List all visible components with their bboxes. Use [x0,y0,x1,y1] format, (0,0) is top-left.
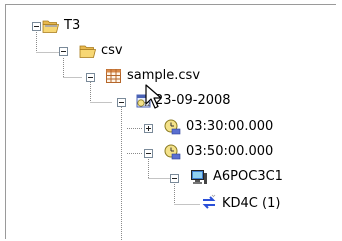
computer-icon [191,170,207,184]
mouse-cursor-icon [145,84,162,109]
table-icon [106,69,121,83]
tree-node-a6poc3c1[interactable]: A6POC3C1 [213,169,283,185]
tree-node-sample-csv[interactable]: sample.csv [127,68,200,84]
expand-toggle-0330[interactable] [144,124,153,133]
folder-open-icon [79,45,97,58]
collapse-toggle-a6poc3c1[interactable] [170,174,179,183]
tree-node-date[interactable]: 23-09-2008 [155,93,231,109]
tree-node-csv[interactable]: csv [101,43,123,59]
collapse-toggle-date[interactable] [117,98,126,107]
clock-icon [164,144,181,160]
exchange-arrows-icon [202,194,216,209]
collapse-toggle-sample-csv[interactable] [86,73,95,82]
collapse-toggle-t3[interactable] [32,22,41,31]
tree-node-kd4c[interactable]: KD4C (1) [222,196,280,212]
tree-node-t3[interactable]: T3 [64,18,80,34]
tree-node-0350[interactable]: 03:50:00.000 [186,144,273,160]
collapse-toggle-csv[interactable] [59,47,68,56]
collapse-toggle-0350[interactable] [144,149,153,158]
folder-open-icon [42,20,60,33]
tree-node-0330[interactable]: 03:30:00.000 [186,119,273,135]
clock-icon [164,119,181,135]
